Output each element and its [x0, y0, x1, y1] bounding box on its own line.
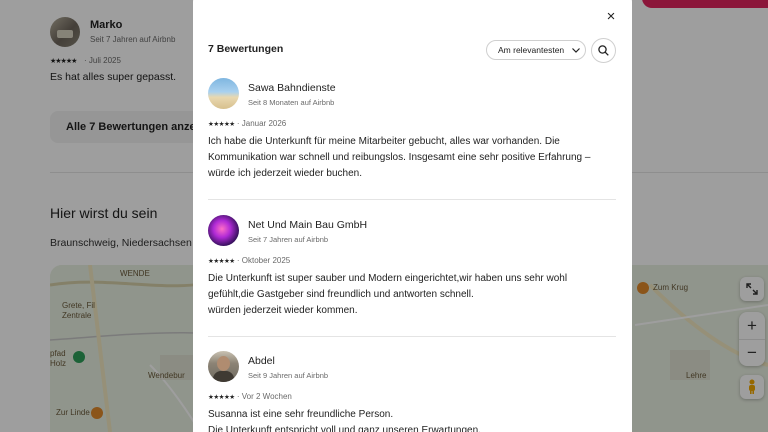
reviewer-name: Sawa Bahndienste [248, 82, 336, 94]
review-meta: ★★★★★ · Vor 2 Wochen [208, 392, 292, 401]
review-line: Susanna ist eine sehr freundliche Person… [208, 409, 394, 420]
search-icon [598, 45, 609, 56]
review-line: Die Unterkunft ist super sauber und Mode… [208, 273, 568, 284]
rating-stars: ★★★★★ [208, 258, 235, 265]
sort-dropdown[interactable]: Am relevantesten [486, 40, 586, 60]
divider [208, 199, 616, 200]
avatar[interactable] [208, 78, 239, 109]
avatar[interactable] [208, 215, 239, 246]
reviewer-since: Seit 8 Monaten auf Airbnb [248, 98, 335, 107]
review-meta: ★★★★★ · Oktober 2025 [208, 256, 290, 265]
review-date: · Januar 2026 [236, 119, 287, 128]
sort-label: Am relevantesten [498, 45, 565, 55]
review-line: gefühlt,die Gastgeber sind freundlich un… [208, 289, 474, 300]
review-text: Susanna ist eine sehr freundliche Person… [208, 407, 620, 432]
reviewer-name: Net Und Main Bau GmbH [248, 219, 368, 231]
close-icon: × [606, 7, 616, 25]
review-meta: ★★★★★ · Januar 2026 [208, 119, 286, 128]
close-button[interactable]: × [601, 6, 621, 26]
rating-stars: ★★★★★ [208, 121, 235, 128]
review-line: Ich habe die Unterkunft für meine Mitarb… [208, 136, 560, 147]
chevron-down-icon [572, 47, 581, 53]
avatar[interactable] [208, 351, 239, 382]
reviewer-since: Seit 9 Jahren auf Airbnb [248, 371, 329, 380]
review-text: Ich habe die Unterkunft für meine Mitarb… [208, 134, 620, 182]
reviews-count-title: 7 Bewertungen [208, 43, 284, 55]
divider [208, 336, 616, 337]
review-date: · Oktober 2025 [236, 256, 291, 265]
review-line: Die Unterkunft entspricht voll und ganz … [208, 425, 481, 432]
review-line: würden jederzeit wieder kommen. [208, 305, 358, 316]
search-reviews-button[interactable] [591, 38, 616, 63]
review-line: Kommunikation war schnell und reibungslo… [208, 152, 591, 163]
reviewer-since: Seit 7 Jahren auf Airbnb [248, 235, 329, 244]
review-line: würde ich jederzeit wieder buchen. [208, 168, 362, 179]
review-date: · Vor 2 Wochen [236, 392, 292, 401]
reviewer-name: Abdel [248, 355, 275, 367]
reviews-modal: × 7 Bewertungen Am relevantesten Sawa Ba… [193, 0, 632, 432]
rating-stars: ★★★★★ [208, 394, 235, 401]
review-text: Die Unterkunft ist super sauber und Mode… [208, 271, 620, 319]
